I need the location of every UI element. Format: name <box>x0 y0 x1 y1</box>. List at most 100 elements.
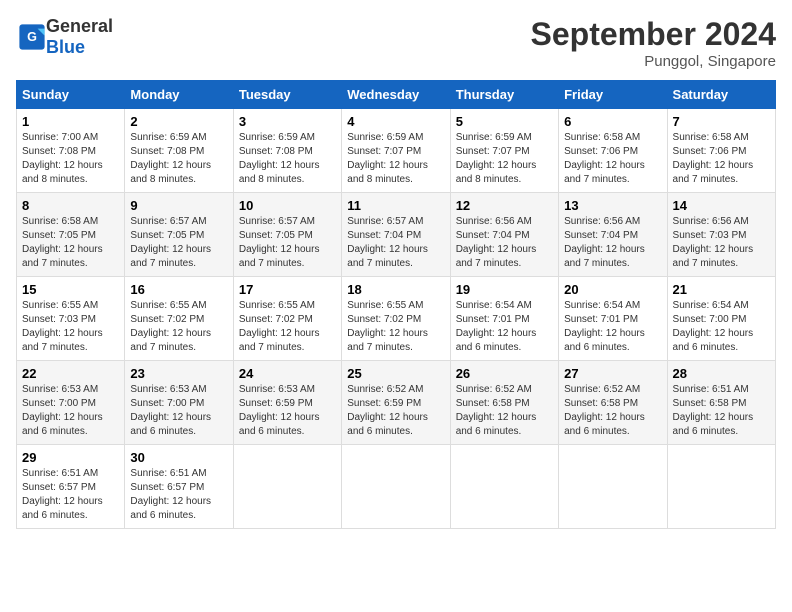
day-info: Sunrise: 6:54 AMSunset: 7:00 PMDaylight:… <box>673 300 754 353</box>
day-info: Sunrise: 6:59 AMSunset: 7:08 PMDaylight:… <box>130 132 211 185</box>
title-area: September 2024 Punggol, Singapore <box>531 16 776 70</box>
calendar-cell: 6Sunrise: 6:58 AMSunset: 7:06 PMDaylight… <box>559 109 667 193</box>
header-cell-friday: Friday <box>559 81 667 109</box>
calendar-cell: 14 Sunrise: 6:56 AMSunset: 7:03 PMDayligh… <box>667 193 775 277</box>
calendar-cell: 21 Sunrise: 6:54 AMSunset: 7:00 PMDayligh… <box>667 277 775 361</box>
calendar-cell <box>450 445 558 529</box>
day-info: Sunrise: 6:57 AMSunset: 7:05 PMDaylight:… <box>130 216 211 269</box>
calendar-week-5: 29 Sunrise: 6:51 AMSunset: 6:57 PMDayligh… <box>17 445 776 529</box>
calendar-cell: 7 Sunrise: 6:58 AMSunset: 7:06 PMDaylight… <box>667 109 775 193</box>
day-info: Sunrise: 6:59 AMSunset: 7:07 PMDaylight:… <box>347 132 428 185</box>
calendar-cell: 16Sunrise: 6:55 AMSunset: 7:02 PMDayligh… <box>125 277 233 361</box>
day-number: 29 <box>22 450 119 465</box>
calendar-cell: 5Sunrise: 6:59 AMSunset: 7:07 PMDaylight… <box>450 109 558 193</box>
calendar-cell: 20Sunrise: 6:54 AMSunset: 7:01 PMDayligh… <box>559 277 667 361</box>
calendar-cell: 15Sunrise: 6:55 AMSunset: 7:03 PMDayligh… <box>17 277 125 361</box>
day-info: Sunrise: 6:58 AMSunset: 7:06 PMDaylight:… <box>673 132 754 185</box>
day-number: 27 <box>564 366 661 381</box>
calendar-cell: 18 Sunrise: 6:55 AMSunset: 7:02 PMDayligh… <box>342 277 450 361</box>
day-number: 21 <box>673 282 770 297</box>
calendar-header: SundayMondayTuesdayWednesdayThursdayFrid… <box>17 81 776 109</box>
day-info: Sunrise: 7:00 AMSunset: 7:08 PMDaylight:… <box>22 132 103 185</box>
calendar-cell: 2Sunrise: 6:59 AMSunset: 7:08 PMDaylight… <box>125 109 233 193</box>
calendar-cell: 10Sunrise: 6:57 AMSunset: 7:05 PMDayligh… <box>233 193 341 277</box>
calendar-cell: 8 Sunrise: 6:58 AMSunset: 7:05 PMDaylight… <box>17 193 125 277</box>
day-info: Sunrise: 6:57 AMSunset: 7:04 PMDaylight:… <box>347 216 428 269</box>
calendar-cell: 19Sunrise: 6:54 AMSunset: 7:01 PMDayligh… <box>450 277 558 361</box>
day-number: 25 <box>347 366 444 381</box>
calendar-body: 1 Sunrise: 7:00 AMSunset: 7:08 PMDaylight… <box>17 109 776 529</box>
calendar-cell: 22 Sunrise: 6:53 AMSunset: 7:00 PMDayligh… <box>17 361 125 445</box>
header-cell-sunday: Sunday <box>17 81 125 109</box>
day-number: 22 <box>22 366 119 381</box>
month-title: September 2024 <box>531 16 776 53</box>
day-info: Sunrise: 6:55 AMSunset: 7:02 PMDaylight:… <box>347 300 428 353</box>
calendar-cell: 25Sunrise: 6:52 AMSunset: 6:59 PMDayligh… <box>342 361 450 445</box>
header: G General Blue September 2024 Punggol, S… <box>16 16 776 70</box>
day-number: 26 <box>456 366 553 381</box>
calendar-cell: 1 Sunrise: 7:00 AMSunset: 7:08 PMDaylight… <box>17 109 125 193</box>
calendar-cell: 23 Sunrise: 6:53 AMSunset: 7:00 PMDayligh… <box>125 361 233 445</box>
logo: G General Blue <box>16 16 113 58</box>
day-info: Sunrise: 6:55 AMSunset: 7:03 PMDaylight:… <box>22 300 103 353</box>
logo-general: General <box>46 16 113 36</box>
day-number: 6 <box>564 114 661 129</box>
day-info: Sunrise: 6:53 AMSunset: 7:00 PMDaylight:… <box>22 384 103 437</box>
svg-text:G: G <box>27 30 37 44</box>
calendar-cell: 17Sunrise: 6:55 AMSunset: 7:02 PMDayligh… <box>233 277 341 361</box>
day-number: 8 <box>22 198 119 213</box>
calendar-week-2: 8 Sunrise: 6:58 AMSunset: 7:05 PMDaylight… <box>17 193 776 277</box>
calendar-cell: 3 Sunrise: 6:59 AMSunset: 7:08 PMDaylight… <box>233 109 341 193</box>
calendar-cell: 27 Sunrise: 6:52 AMSunset: 6:58 PMDayligh… <box>559 361 667 445</box>
calendar-cell <box>559 445 667 529</box>
calendar-cell: 9Sunrise: 6:57 AMSunset: 7:05 PMDaylight… <box>125 193 233 277</box>
day-number: 1 <box>22 114 119 129</box>
header-cell-tuesday: Tuesday <box>233 81 341 109</box>
day-info: Sunrise: 6:56 AMSunset: 7:04 PMDaylight:… <box>564 216 645 269</box>
calendar-cell: 30Sunrise: 6:51 AMSunset: 6:57 PMDayligh… <box>125 445 233 529</box>
day-info: Sunrise: 6:51 AMSunset: 6:57 PMDaylight:… <box>22 468 103 521</box>
day-info: Sunrise: 6:52 AMSunset: 6:58 PMDaylight:… <box>564 384 645 437</box>
header-cell-monday: Monday <box>125 81 233 109</box>
day-info: Sunrise: 6:53 AMSunset: 6:59 PMDaylight:… <box>239 384 320 437</box>
calendar-table: SundayMondayTuesdayWednesdayThursdayFrid… <box>16 80 776 529</box>
day-info: Sunrise: 6:53 AMSunset: 7:00 PMDaylight:… <box>130 384 211 437</box>
day-info: Sunrise: 6:59 AMSunset: 7:08 PMDaylight:… <box>239 132 320 185</box>
day-info: Sunrise: 6:58 AMSunset: 7:05 PMDaylight:… <box>22 216 103 269</box>
day-number: 3 <box>239 114 336 129</box>
calendar-cell: 24 Sunrise: 6:53 AMSunset: 6:59 PMDayligh… <box>233 361 341 445</box>
calendar-cell: 29 Sunrise: 6:51 AMSunset: 6:57 PMDayligh… <box>17 445 125 529</box>
day-number: 28 <box>673 366 770 381</box>
header-cell-thursday: Thursday <box>450 81 558 109</box>
day-info: Sunrise: 6:51 AMSunset: 6:58 PMDaylight:… <box>673 384 754 437</box>
day-number: 11 <box>347 198 444 213</box>
calendar-cell: 28 Sunrise: 6:51 AMSunset: 6:58 PMDayligh… <box>667 361 775 445</box>
day-info: Sunrise: 6:56 AMSunset: 7:03 PMDaylight:… <box>673 216 754 269</box>
day-number: 19 <box>456 282 553 297</box>
location-title: Punggol, Singapore <box>531 53 776 70</box>
calendar-cell: 4 Sunrise: 6:59 AMSunset: 7:07 PMDaylight… <box>342 109 450 193</box>
header-cell-saturday: Saturday <box>667 81 775 109</box>
logo-icon: G <box>18 23 46 51</box>
day-number: 10 <box>239 198 336 213</box>
calendar-week-4: 22 Sunrise: 6:53 AMSunset: 7:00 PMDayligh… <box>17 361 776 445</box>
day-number: 14 <box>673 198 770 213</box>
calendar-cell: 11 Sunrise: 6:57 AMSunset: 7:04 PMDayligh… <box>342 193 450 277</box>
calendar-cell <box>342 445 450 529</box>
day-number: 4 <box>347 114 444 129</box>
calendar-cell: 26 Sunrise: 6:52 AMSunset: 6:58 PMDayligh… <box>450 361 558 445</box>
day-number: 7 <box>673 114 770 129</box>
day-number: 17 <box>239 282 336 297</box>
calendar-cell <box>667 445 775 529</box>
logo-text: General Blue <box>46 16 113 58</box>
calendar-week-1: 1 Sunrise: 7:00 AMSunset: 7:08 PMDaylight… <box>17 109 776 193</box>
day-number: 24 <box>239 366 336 381</box>
day-number: 23 <box>130 366 227 381</box>
calendar-cell: 13Sunrise: 6:56 AMSunset: 7:04 PMDayligh… <box>559 193 667 277</box>
day-number: 18 <box>347 282 444 297</box>
header-row: SundayMondayTuesdayWednesdayThursdayFrid… <box>17 81 776 109</box>
day-info: Sunrise: 6:52 AMSunset: 6:58 PMDaylight:… <box>456 384 537 437</box>
day-number: 16 <box>130 282 227 297</box>
header-cell-wednesday: Wednesday <box>342 81 450 109</box>
day-info: Sunrise: 6:56 AMSunset: 7:04 PMDaylight:… <box>456 216 537 269</box>
